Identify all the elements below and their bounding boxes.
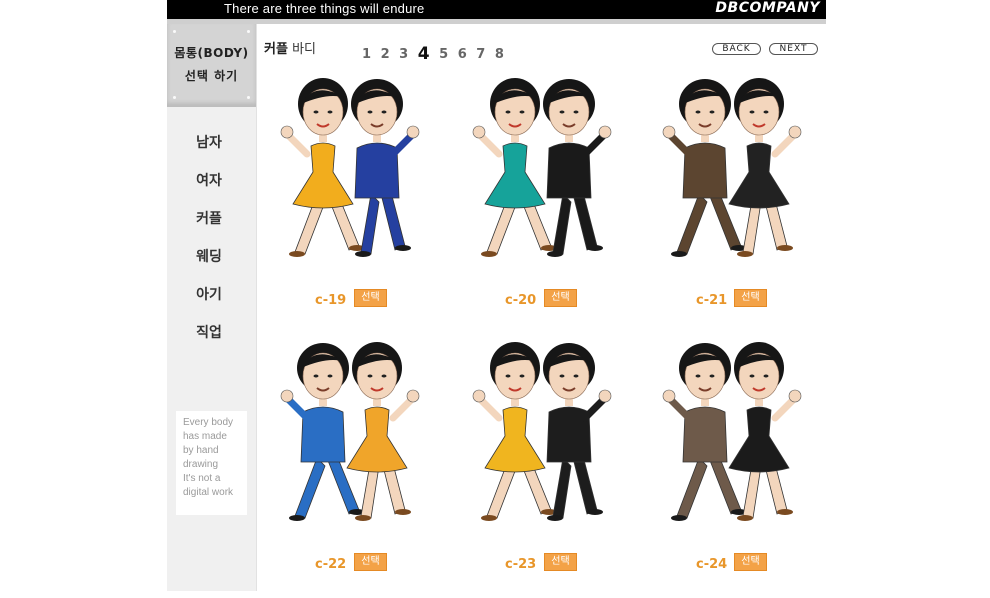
- note-line: by hand: [183, 445, 219, 456]
- female-figure: [346, 342, 420, 521]
- card-dot: [247, 30, 250, 33]
- page-link[interactable]: 5: [439, 47, 448, 62]
- page-link[interactable]: 2: [381, 47, 390, 62]
- card-dot: [247, 96, 250, 99]
- body-code: c-23: [505, 557, 537, 572]
- select-button[interactable]: 선택: [544, 289, 577, 307]
- pagination: 1 2 3 4 5 6 7 8: [362, 43, 509, 64]
- couple-illustration[interactable]: [457, 338, 627, 538]
- breadcrumb-category: 커플: [264, 42, 288, 57]
- handmade-note: Every body has made by hand drawing It's…: [176, 411, 247, 515]
- male-figure: [351, 79, 420, 257]
- breadcrumb-item: 바디: [292, 42, 316, 57]
- body-card[interactable]: [457, 338, 627, 598]
- select-button[interactable]: 선택: [354, 553, 387, 571]
- body-code: c-19: [315, 293, 347, 308]
- note-line: It's not a: [183, 473, 221, 484]
- page-frame: There are three things will endure DBCOM…: [167, 0, 826, 591]
- body-card[interactable]: [457, 74, 627, 334]
- sidebar-item-job[interactable]: 직업: [167, 322, 251, 342]
- female-figure: [728, 78, 802, 257]
- body-code: c-21: [696, 293, 728, 308]
- top-banner: There are three things will endure DBCOM…: [167, 0, 826, 19]
- sidebar-item-wedding[interactable]: 웨딩: [167, 246, 251, 266]
- body-code: c-22: [315, 557, 347, 572]
- card-title-line2: 선택 하기: [184, 69, 239, 83]
- body-card[interactable]: [647, 74, 817, 334]
- sidebar: 몸통(BODY) 선택 하기 남자 여자 커플 웨딩 아기 직업 Every b…: [167, 24, 257, 591]
- sidebar-item-baby[interactable]: 아기: [167, 284, 251, 304]
- couple-illustration[interactable]: [457, 74, 627, 274]
- couple-illustration[interactable]: [265, 74, 435, 274]
- note-line: Every body: [183, 417, 234, 428]
- body-card[interactable]: [647, 338, 817, 598]
- female-figure: [728, 342, 802, 521]
- next-button[interactable]: NEXT: [769, 43, 818, 55]
- page-link[interactable]: 7: [476, 47, 485, 62]
- sidebar-item-female[interactable]: 여자: [167, 170, 251, 190]
- note-line: drawing: [183, 459, 219, 470]
- note-line: has made: [183, 431, 227, 442]
- couple-illustration[interactable]: [647, 338, 817, 538]
- page-link[interactable]: 6: [458, 47, 467, 62]
- banner-divider: [167, 19, 826, 24]
- page-link[interactable]: 8: [495, 47, 504, 62]
- select-button[interactable]: 선택: [734, 289, 767, 307]
- card-dot: [173, 30, 176, 33]
- select-button[interactable]: 선택: [734, 553, 767, 571]
- card-dot: [173, 96, 176, 99]
- brand-logo[interactable]: DBCOMPANY: [715, 0, 820, 16]
- note-line: digital work: [183, 487, 234, 498]
- page-link[interactable]: 1: [362, 47, 371, 62]
- banner-slogan: There are three things will endure: [224, 1, 425, 16]
- back-button[interactable]: BACK: [712, 43, 761, 55]
- page-link-current[interactable]: 4: [418, 44, 430, 64]
- body-card[interactable]: [265, 338, 435, 598]
- couple-illustration[interactable]: [647, 74, 817, 274]
- select-button[interactable]: 선택: [354, 289, 387, 307]
- body-select-card: 몸통(BODY) 선택 하기: [167, 24, 256, 107]
- male-figure: [543, 343, 612, 521]
- page-link[interactable]: 3: [399, 47, 408, 62]
- male-figure: [543, 79, 612, 257]
- select-button[interactable]: 선택: [544, 553, 577, 571]
- body-code: c-24: [696, 557, 728, 572]
- couple-illustration[interactable]: [265, 338, 435, 538]
- breadcrumb: 커플 바디: [264, 38, 316, 57]
- card-title-line1: 몸통(BODY): [174, 46, 249, 60]
- body-card[interactable]: [265, 74, 435, 334]
- sidebar-item-couple[interactable]: 커플: [167, 208, 251, 228]
- sidebar-item-male[interactable]: 남자: [167, 132, 251, 152]
- body-code: c-20: [505, 293, 537, 308]
